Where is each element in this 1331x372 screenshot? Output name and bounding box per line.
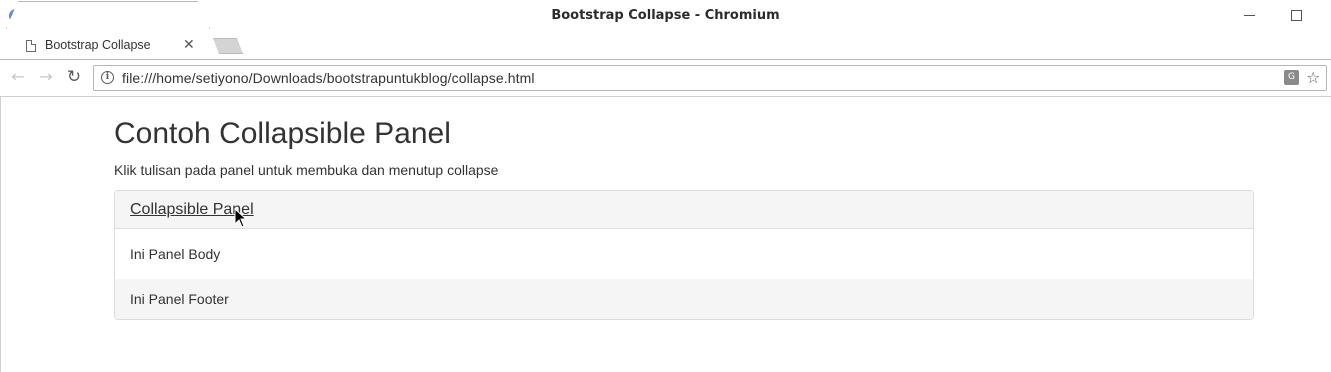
page-content: Contoh Collapsible Panel Klik tulisan pa… [0, 97, 1331, 372]
panel-heading: Collapsible Panel [115, 191, 1253, 229]
panel-footer-text: Ini Panel Footer [130, 291, 229, 307]
page-icon [26, 40, 36, 52]
reload-icon[interactable]: ↻ [65, 68, 83, 86]
info-icon[interactable]: i [101, 71, 114, 84]
collapsible-panel: Collapsible Panel Ini Panel Body Ini Pan… [114, 190, 1254, 320]
forward-arrow-icon[interactable]: → [37, 68, 55, 86]
maximize-button[interactable] [1288, 6, 1306, 24]
tab-label: Bootstrap Collapse [45, 38, 151, 52]
panel-body-text: Ini Panel Body [130, 246, 221, 262]
url-text[interactable]: file:///home/setiyono/Downloads/bootstra… [122, 70, 535, 86]
panel-body: Ini Panel Body [115, 229, 1253, 279]
minimize-button[interactable] [1240, 6, 1258, 24]
bookmark-star-icon[interactable]: ☆ [1306, 68, 1320, 87]
page-heading: Contoh Collapsible Panel [114, 117, 451, 150]
page-description: Klik tulisan pada panel untuk membuka da… [114, 162, 499, 178]
tab-bootstrap-collapse[interactable] [6, 1, 210, 29]
tab-strip [0, 31, 1331, 59]
tab-close-icon[interactable]: ✕ [183, 37, 195, 53]
panel-footer: Ini Panel Footer [115, 279, 1253, 319]
back-arrow-icon[interactable]: ← [9, 68, 27, 86]
translate-icon[interactable]: G [1284, 70, 1299, 85]
mouse-cursor-icon [234, 208, 248, 228]
